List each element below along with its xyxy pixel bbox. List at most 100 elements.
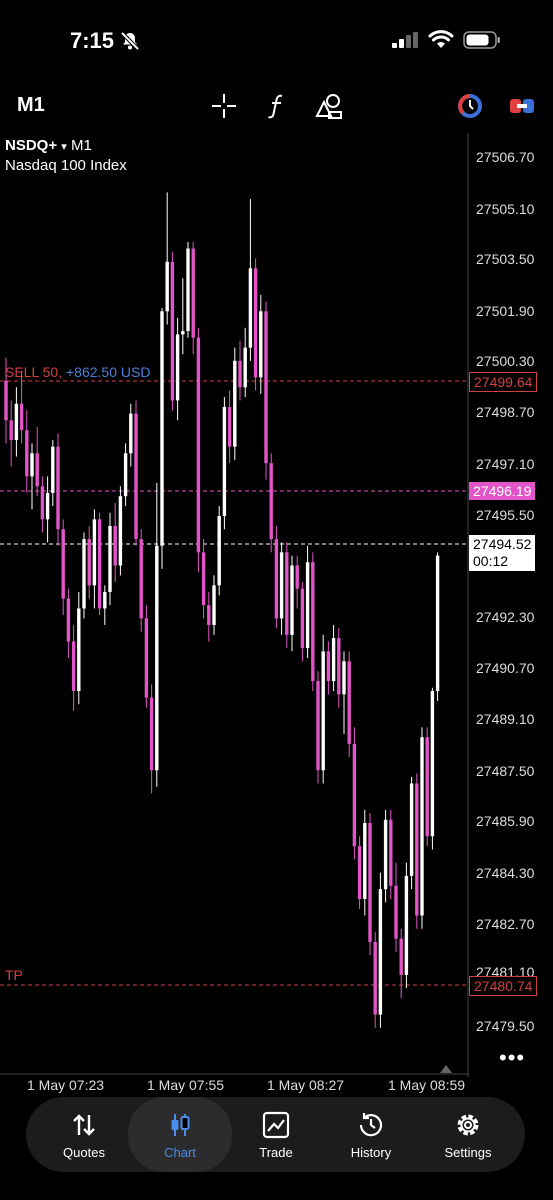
trade-position-icon[interactable]: [508, 92, 536, 120]
candle-body: [186, 248, 190, 332]
candle-body: [326, 651, 331, 682]
candle-body: [311, 562, 315, 682]
current-price-box: 27494.52 00:12: [469, 535, 536, 571]
candle-body: [238, 360, 242, 388]
candle-body: [123, 453, 128, 497]
chart-icon: [171, 1114, 190, 1136]
candle-body: [430, 690, 435, 837]
candle-body: [87, 539, 91, 586]
price-tick: 27490.70: [476, 660, 535, 676]
candle-body: [19, 403, 24, 431]
candle-body: [165, 261, 169, 312]
candle-body: [305, 562, 310, 649]
more-options-icon[interactable]: •••: [499, 1045, 525, 1071]
time-tick: 1 May 07:55: [147, 1077, 225, 1093]
nav-settings[interactable]: Settings: [420, 1097, 516, 1172]
candle-body: [217, 516, 221, 586]
candle-body: [191, 248, 195, 338]
candle-body: [285, 552, 289, 635]
candle-body: [409, 783, 414, 876]
price-tick: 27501.90: [476, 303, 535, 319]
candle-body: [160, 311, 164, 546]
price-tick: 27485.90: [476, 813, 535, 829]
crosshair-icon[interactable]: [210, 92, 238, 120]
price-tick: 27503.50: [476, 251, 535, 267]
nav-history-label: History: [350, 1145, 392, 1160]
candle-body: [269, 463, 273, 540]
sell-order-profit: +862.50 USD: [65, 364, 151, 380]
indicator-f-icon[interactable]: [263, 92, 291, 120]
candle-body: [378, 889, 383, 1015]
nav-chart[interactable]: Chart: [128, 1097, 232, 1172]
symbol-header[interactable]: NSDQ+ ▾ M1: [5, 137, 92, 154]
chart-toolbar: M1: [0, 80, 553, 130]
candle-body: [368, 823, 372, 942]
candle-body: [51, 446, 55, 493]
nav-history[interactable]: History: [323, 1097, 419, 1172]
objects-icon[interactable]: [314, 92, 344, 120]
candle-body: [290, 565, 294, 635]
candle-body: [415, 783, 419, 916]
candle-body: [97, 519, 102, 609]
candle-body: [9, 420, 13, 441]
price-tick: 27497.10: [476, 456, 535, 472]
symbol-description: Nasdaq 100 Index: [5, 157, 127, 174]
time-tick: 1 May 08:59: [388, 1077, 466, 1093]
candle-body: [394, 885, 398, 939]
tp-label[interactable]: TP: [5, 967, 23, 983]
candle-body: [56, 446, 60, 530]
time-tick: 1 May 08:27: [267, 1077, 345, 1093]
bell-slash-icon: [120, 31, 140, 51]
wifi-icon: [428, 30, 454, 48]
candle-body: [383, 819, 388, 890]
candle-body: [233, 360, 237, 447]
candle-body: [435, 555, 440, 691]
price-tick: 27479.50: [476, 1018, 535, 1034]
price-tick: 27495.50: [476, 507, 535, 523]
candle-body: [201, 552, 206, 606]
candle-body: [279, 552, 284, 619]
candle-body: [45, 492, 50, 520]
nav-quotes[interactable]: Quotes: [36, 1097, 132, 1172]
sell-order-label[interactable]: SELL 50, +862.50 USD: [5, 364, 150, 380]
candle-body: [77, 608, 81, 691]
symbol-name: NSDQ+: [5, 137, 58, 154]
history-icon: [359, 1113, 383, 1137]
candle-body: [389, 819, 393, 886]
candle-body: [259, 311, 263, 378]
quotes-icon: [73, 1114, 95, 1136]
trade-icon: [262, 1111, 290, 1139]
one-click-trading-icon[interactable]: [456, 92, 484, 120]
candle-body: [40, 486, 45, 520]
candle-body: [274, 539, 279, 619]
price-tick: 27498.70: [476, 404, 535, 420]
candle-body: [207, 605, 211, 625]
price-chart[interactable]: NSDQ+ ▾ M1 Nasdaq 100 Index 27506.70 275…: [0, 133, 553, 1077]
bar-countdown: 00:12: [473, 553, 509, 569]
price-tick: 27506.70: [476, 149, 535, 165]
candle-body: [425, 737, 429, 837]
bottom-nav: Quotes Chart Trade History Settings: [26, 1097, 525, 1172]
nav-trade[interactable]: Trade: [228, 1097, 324, 1172]
price-tick: 27489.10: [476, 711, 535, 727]
symbol-timeframe: M1: [70, 137, 92, 154]
battery-icon: [463, 31, 500, 49]
candle-body: [222, 407, 227, 517]
nav-chart-label: Chart: [164, 1145, 196, 1160]
candle-body: [61, 529, 65, 599]
candle-body: [337, 638, 341, 695]
candle-body: [118, 496, 123, 566]
candle-body: [155, 545, 159, 771]
timeframe-button[interactable]: M1: [17, 94, 45, 117]
time-tick: 1 May 07:23: [27, 1077, 105, 1093]
candle-body: [66, 598, 71, 642]
candlestick-chart: [0, 133, 469, 1077]
candle-body: [321, 651, 325, 771]
candle-body: [357, 846, 362, 900]
candle-body: [181, 331, 185, 335]
bid-price-box: 27496.19: [469, 482, 536, 500]
candle-body: [347, 661, 351, 744]
price-tick: 27484.30: [476, 865, 535, 881]
candle-body: [352, 743, 357, 847]
candle-body: [264, 311, 268, 464]
